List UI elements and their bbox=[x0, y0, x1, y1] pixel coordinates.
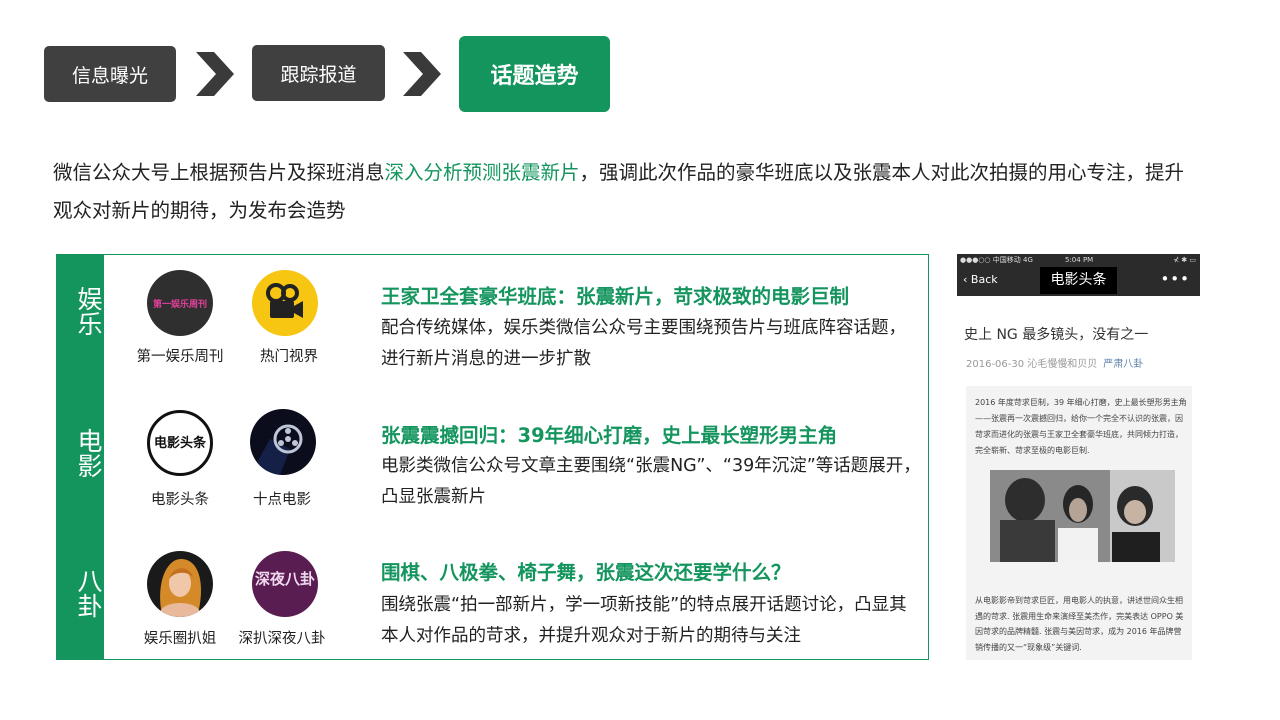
account-name: 电影头条 bbox=[151, 492, 209, 508]
intro-text: 微信公众大号上根据预告片及探班消息 bbox=[53, 161, 385, 184]
category-description: 配合传统媒体，娱乐类微信公众号主要围绕预告片与班底阵容话题，进行新片消息的进一步… bbox=[381, 318, 906, 369]
step-info-exposure: 信息曝光 bbox=[44, 46, 176, 102]
category-label-gossip: 八卦 bbox=[74, 568, 103, 618]
film-camera-icon bbox=[252, 270, 318, 336]
logo-text: 深夜八卦 bbox=[254, 570, 315, 588]
article-headline: 张震震撼回归：39年细心打磨，史上最长塑形男主角 bbox=[381, 424, 838, 447]
intro-paragraph: 微信公众大号上根据预告片及探班消息深入分析预测张震新片，强调此次作品的豪华班底以… bbox=[53, 154, 1203, 230]
article-title: 史上 NG 最多镜头，没有之一 bbox=[964, 327, 1149, 343]
woman-portrait-icon bbox=[147, 551, 213, 617]
step-topic-building: 话题造势 bbox=[459, 36, 610, 112]
account-avatar: 电影头条 bbox=[147, 410, 213, 476]
back-label: Back bbox=[970, 273, 998, 286]
phone-status-bar: ●●●○○ 中国移动 4G 5:04 PM ⊀ ✱ ▭ bbox=[957, 254, 1200, 266]
phone-article-screenshot: ●●●○○ 中国移动 4G 5:04 PM ⊀ ✱ ▭ ‹ Back 电影头条 … bbox=[957, 254, 1200, 660]
account-name: 娱乐圈扒姐 bbox=[143, 631, 217, 647]
logo-text: 电影头条 bbox=[153, 436, 206, 451]
article-paragraph: 从电影影帝到苛求巨匠，用电影人的执意，讲述世间众生相遇的苛求. 张震用生命来演绎… bbox=[975, 596, 1184, 652]
account-name: 第一娱乐周刊 bbox=[136, 349, 224, 365]
category-label-movie: 电影 bbox=[74, 428, 103, 478]
phone-nav-title: 电影头条 bbox=[1040, 267, 1117, 294]
article-photo bbox=[990, 470, 1175, 562]
article-headline: 王家卫全套豪华班底：张震新片，苛求极致的电影巨制 bbox=[381, 285, 850, 308]
account-avatar: 深夜八卦 bbox=[252, 551, 318, 617]
article-date: 2016-06-30 沁毛慢慢和贝贝 bbox=[966, 359, 1098, 370]
article-paragraph: 2016 年度苛求巨制，39 年细心打磨，史上最长塑形男主角——张震再一次震撼回… bbox=[975, 398, 1187, 455]
category-description: 电影类微信公众号文章主要围绕“张震NG”、“39年沉淀”等话题展开，凸显张震新片 bbox=[381, 456, 921, 507]
account-avatar: 第一娱乐周刊 bbox=[147, 270, 213, 336]
intro-highlight: 深入分析预测张震新片 bbox=[384, 161, 580, 184]
account-name: 热门视界 bbox=[260, 349, 318, 365]
chevron-right-icon bbox=[196, 52, 234, 96]
status-carrier: ●●●○○ 中国移动 4G bbox=[960, 256, 1033, 264]
article-source-link[interactable]: 严肃八卦 bbox=[1103, 359, 1143, 370]
article-headline: 围棋、八极拳、椅子舞，张震这次还要学什么？ bbox=[381, 561, 791, 584]
chevron-left-icon: ‹ bbox=[963, 273, 971, 286]
more-icon[interactable]: ••• bbox=[1160, 270, 1190, 288]
article-meta: 2016-06-30 沁毛慢慢和贝贝 严肃八卦 bbox=[966, 355, 1143, 370]
back-button[interactable]: ‹ Back bbox=[963, 273, 998, 286]
category-label-entertainment: 娱乐 bbox=[74, 286, 103, 336]
account-name: 深扒深夜八卦 bbox=[238, 631, 326, 647]
account-name: 十点电影 bbox=[253, 492, 311, 508]
chevron-right-icon bbox=[403, 52, 441, 96]
category-description: 围绕张震“拍一部新片，学一项新技能”的特点展开话题讨论，凸显其本人对作品的苛求，… bbox=[381, 595, 907, 646]
status-time: 5:04 PM bbox=[1065, 256, 1094, 264]
logo-text: 第一娱乐周刊 bbox=[152, 300, 207, 310]
film-projector-icon bbox=[250, 409, 316, 475]
phone-nav-bar: ‹ Back 电影头条 ••• bbox=[957, 266, 1200, 296]
step-tracking-report: 跟踪报道 bbox=[252, 45, 385, 101]
status-icons: ⊀ ✱ ▭ bbox=[1173, 256, 1196, 264]
